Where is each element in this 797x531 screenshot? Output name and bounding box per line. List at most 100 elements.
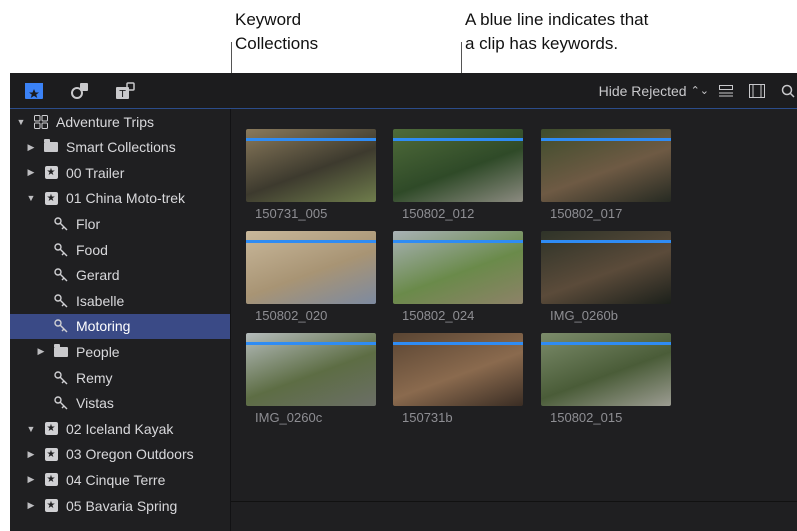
keyword-indicator-line bbox=[246, 138, 376, 141]
keyword-indicator-line bbox=[246, 240, 376, 243]
clip-name: 150802_015 bbox=[550, 410, 623, 425]
keyword-icon bbox=[54, 217, 68, 231]
clip-name: 150731_005 bbox=[255, 206, 328, 221]
browser-toolbar: T Hide Rejected ⌃⌄ bbox=[10, 73, 797, 109]
clip-name: IMG_0260b bbox=[550, 308, 618, 323]
keyword-indicator-line bbox=[541, 240, 671, 243]
sidebar-item[interactable]: Motoring bbox=[10, 313, 230, 339]
titles-generators-icon[interactable]: T bbox=[114, 80, 136, 102]
fcp-window: T Hide Rejected ⌃⌄ ▼ Adventure Trips ▶ Smar… bbox=[10, 73, 797, 531]
sidebar-item-label: 00 Trailer bbox=[66, 164, 125, 181]
sidebar-item-label: People bbox=[76, 343, 120, 360]
event-icon: ★ bbox=[44, 499, 58, 513]
keyword-icon bbox=[54, 319, 68, 333]
clip-thumbnail[interactable] bbox=[541, 231, 671, 304]
sidebar-item[interactable]: Isabelle bbox=[10, 288, 230, 313]
keyword-line-callout: A blue line indicates that a clip has ke… bbox=[465, 10, 649, 53]
keyword-icon bbox=[54, 242, 68, 257]
event-icon: ★ bbox=[44, 422, 58, 436]
event-icon: ★ bbox=[44, 166, 58, 180]
keyword-collections-callout: Keyword Collections bbox=[235, 10, 319, 53]
sidebar-item-label: 02 Iceland Kayak bbox=[66, 420, 174, 437]
clip-thumbnail[interactable] bbox=[246, 333, 376, 406]
sidebar-item[interactable]: ▼ ★ 01 China Moto-trek bbox=[10, 186, 230, 211]
keyword-indicator-line bbox=[541, 342, 671, 345]
sidebar-item[interactable]: ▼ Adventure Trips bbox=[10, 109, 230, 134]
sidebar-item[interactable]: ▶ ★ 00 Trailer bbox=[10, 160, 230, 185]
sidebar-item[interactable]: ▶ ★ 04 Cinque Terre bbox=[10, 467, 230, 492]
chevron-updown-icon: ⌃⌄ bbox=[690, 85, 709, 97]
sidebar-item-label: Gerard bbox=[76, 267, 120, 284]
sidebar-item[interactable]: Food bbox=[10, 237, 230, 262]
svg-text:T: T bbox=[119, 89, 127, 100]
clip-browser: 150731_005 150802_012 150802_017 150802_020… bbox=[231, 109, 797, 531]
clip-thumbnail[interactable] bbox=[393, 333, 523, 406]
sidebar-item-label: Food bbox=[76, 241, 108, 258]
keyword-icon bbox=[54, 370, 68, 385]
clip-thumbnail[interactable] bbox=[246, 231, 376, 304]
sidebar-item-label: 03 Oregon Outdoors bbox=[66, 446, 194, 463]
clip-filter-menu[interactable]: Hide Rejected ⌃⌄ bbox=[599, 83, 709, 99]
disclosure-closed-icon[interactable]: ▶ bbox=[36, 346, 46, 357]
sidebar-item-label: 05 Bavaria Spring bbox=[66, 497, 178, 514]
sidebar-item[interactable]: ▶ ★ 03 Oregon Outdoors bbox=[10, 442, 230, 467]
keyword-indicator-line bbox=[246, 342, 376, 345]
disclosure-open-icon[interactable]: ▼ bbox=[16, 117, 26, 127]
browser-bottom-divider bbox=[231, 501, 797, 502]
sidebar-item[interactable]: Flor bbox=[10, 211, 230, 236]
sidebar-item[interactable]: Gerard bbox=[10, 263, 230, 288]
disclosure-open-icon[interactable]: ▼ bbox=[26, 193, 36, 203]
clip-thumbnail[interactable] bbox=[541, 129, 671, 202]
keyword-icon bbox=[54, 293, 68, 308]
disclosure-closed-icon[interactable]: ▶ bbox=[26, 142, 36, 153]
keyword-indicator-line bbox=[541, 138, 671, 141]
event-icon: ★ bbox=[44, 191, 58, 205]
libraries-sidebar: ▼ Adventure Trips ▶ Smart Collections ▶ ★ 00 T… bbox=[10, 109, 230, 531]
event-icon: ★ bbox=[44, 473, 58, 487]
libraries-icon[interactable] bbox=[23, 80, 45, 102]
sidebar-item-label: Vistas bbox=[76, 395, 114, 412]
sidebar-item-label: 01 China Moto-trek bbox=[66, 190, 186, 207]
sidebar-item-label: Motoring bbox=[76, 318, 131, 335]
disclosure-closed-icon[interactable]: ▶ bbox=[26, 474, 36, 485]
keyword-indicator-line bbox=[393, 342, 523, 345]
keyword-icon bbox=[54, 396, 68, 410]
clip-name: IMG_0260c bbox=[255, 410, 323, 425]
keyword-icon bbox=[54, 268, 68, 282]
photos-audio-icon[interactable] bbox=[68, 80, 90, 102]
sidebar-item[interactable]: Vistas bbox=[10, 391, 230, 416]
sidebar-item-label: Adventure Trips bbox=[56, 113, 155, 130]
filmstrip-icon[interactable] bbox=[749, 83, 765, 98]
sidebar-item-label: Remy bbox=[76, 369, 113, 386]
clip-thumbnail[interactable] bbox=[541, 333, 671, 406]
disclosure-open-icon[interactable]: ▼ bbox=[26, 424, 36, 434]
disclosure-closed-icon[interactable]: ▶ bbox=[26, 500, 36, 511]
clip-name: 150802_024 bbox=[402, 308, 475, 323]
clip-name: 150802_017 bbox=[550, 206, 623, 221]
sidebar-item-label: 04 Cinque Terre bbox=[66, 471, 166, 488]
disclosure-closed-icon[interactable]: ▶ bbox=[26, 167, 36, 178]
sidebar-item-label: Smart Collections bbox=[66, 139, 176, 156]
clip-thumbnail[interactable] bbox=[246, 129, 376, 202]
folder-icon bbox=[44, 139, 58, 154]
clip-filter-label: Hide Rejected bbox=[598, 82, 687, 99]
clip-name: 150802_020 bbox=[255, 308, 328, 323]
disclosure-closed-icon[interactable]: ▶ bbox=[26, 449, 36, 460]
library-icon bbox=[34, 114, 48, 129]
clip-appearance-icon[interactable] bbox=[719, 84, 733, 97]
sidebar-item[interactable]: Remy bbox=[10, 365, 230, 390]
sidebar-item[interactable]: ▶ ★ 05 Bavaria Spring bbox=[10, 493, 230, 518]
clip-name: 150802_012 bbox=[402, 206, 475, 221]
clip-thumbnail[interactable] bbox=[393, 129, 523, 202]
keyword-indicator-line bbox=[393, 138, 523, 141]
sidebar-item-label: Flor bbox=[76, 215, 101, 232]
search-icon[interactable] bbox=[781, 84, 795, 98]
sidebar-item[interactable]: ▼ ★ 02 Iceland Kayak bbox=[10, 416, 230, 441]
keyword-indicator-line bbox=[393, 240, 523, 243]
sidebar-item[interactable]: ▶ Smart Collections bbox=[10, 135, 230, 160]
sidebar-item[interactable]: ▶ People bbox=[10, 339, 230, 364]
sidebar-item-label: Isabelle bbox=[76, 292, 125, 309]
event-icon: ★ bbox=[44, 447, 58, 461]
clip-thumbnail[interactable] bbox=[393, 231, 523, 304]
folder-icon bbox=[54, 343, 68, 359]
